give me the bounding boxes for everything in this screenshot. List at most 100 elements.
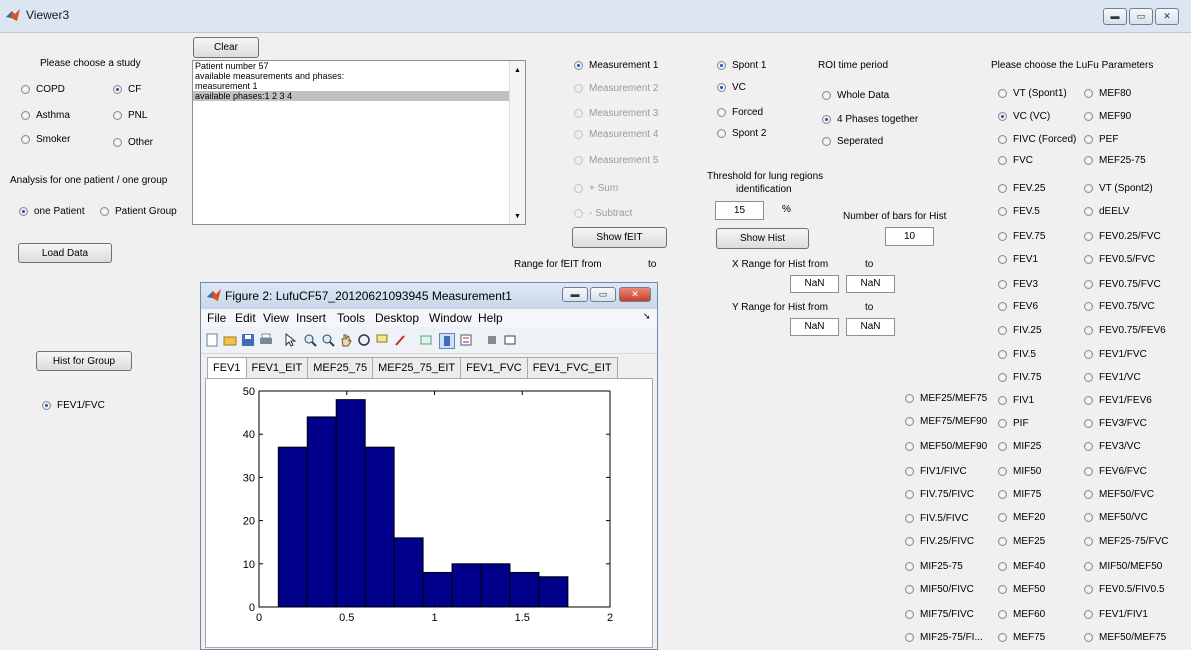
menu-insert[interactable]: Insert <box>296 311 326 325</box>
lufu-radio-mef50-mef75[interactable]: MEF50/MEF75 <box>1084 632 1166 643</box>
measurement-2-radio[interactable]: Measurement 2 <box>574 83 658 94</box>
patient-info-listbox[interactable]: Patient number 57 available measurements… <box>192 60 526 225</box>
lufu-radio-fev-25[interactable]: FEV.25 <box>998 183 1045 194</box>
tab-fev1-eit[interactable]: FEV1_EIT <box>245 357 309 379</box>
lufu-radio-fev1-fiv1[interactable]: FEV1/FIV1 <box>1084 609 1148 620</box>
pointer-icon[interactable] <box>283 333 297 347</box>
lufu-radio-fev3-fvc[interactable]: FEV3/FVC <box>1084 418 1147 429</box>
tab-fev1-fvc-eit[interactable]: FEV1_FVC_EIT <box>526 357 618 379</box>
menu-view[interactable]: View <box>263 311 289 325</box>
lufu-radio-fiv25-fivc[interactable]: FIV.25/FIVC <box>905 536 974 547</box>
lufu-radio-mif50-mef50[interactable]: MIF50/MEF50 <box>1084 561 1162 572</box>
threshold-input[interactable]: 15 <box>715 201 764 220</box>
tab-mef25-75[interactable]: MEF25_75 <box>307 357 374 379</box>
close-button[interactable]: ✕ <box>1155 8 1179 25</box>
rotate-3d-icon[interactable] <box>357 333 371 347</box>
lufu-radio-mef50-mef90[interactable]: MEF50/MEF90 <box>905 441 987 452</box>
lufu-radio-mef60[interactable]: MEF60 <box>998 609 1045 620</box>
study-radio-copd[interactable]: COPD <box>21 84 65 95</box>
zoom-out-icon[interactable] <box>321 333 335 347</box>
list-item[interactable]: available measurements and phases: <box>193 71 525 81</box>
hide-plot-tools-icon[interactable] <box>485 333 499 347</box>
lufu-radio-vt-spont2[interactable]: VT (Spont2) <box>1084 183 1153 194</box>
menu-file[interactable]: File <box>207 311 226 325</box>
lufu-radio-fivc-forced[interactable]: FIVC (Forced) <box>998 134 1076 145</box>
load-data-button[interactable]: Load Data <box>18 243 112 263</box>
data-cursor-icon[interactable] <box>375 333 389 347</box>
measurement-4-radio[interactable]: Measurement 4 <box>574 129 658 140</box>
study-radio-pnl[interactable]: PNL <box>113 110 147 121</box>
lufu-radio-fev1-fvc[interactable]: FEV1/FVC <box>1084 349 1147 360</box>
lufu-radio-fev0-75-fvc[interactable]: FEV0.75/FVC <box>1084 279 1161 290</box>
lufu-radio-fvc[interactable]: FVC <box>998 155 1033 166</box>
lufu-radio-fev1-vc[interactable]: FEV1/VC <box>1084 372 1141 383</box>
subtract-radio[interactable]: - Subtract <box>574 208 632 219</box>
bars-input[interactable]: 10 <box>885 227 934 246</box>
figure-close-button[interactable]: ✕ <box>619 287 651 302</box>
menu-tools[interactable]: Tools <box>337 311 365 325</box>
lufu-radio-mef80[interactable]: MEF80 <box>1084 88 1131 99</box>
roi-4-phases-radio[interactable]: 4 Phases together <box>822 114 918 125</box>
list-item-selected[interactable]: available phases:1 2 3 4 <box>193 91 509 101</box>
lufu-radio-mef90[interactable]: MEF90 <box>1084 111 1131 122</box>
study-radio-asthma[interactable]: Asthma <box>21 110 70 121</box>
lufu-radio-fiv-75[interactable]: FIV.75 <box>998 372 1042 383</box>
print-icon[interactable] <box>259 333 273 347</box>
pan-hand-icon[interactable] <box>339 333 353 347</box>
measurement-5-radio[interactable]: Measurement 5 <box>574 155 658 166</box>
tab-fev1[interactable]: FEV1 <box>207 357 247 379</box>
list-item[interactable]: measurement 1 <box>193 81 525 91</box>
lufu-radio-pif[interactable]: PIF <box>998 418 1029 429</box>
lufu-radio-fev-75[interactable]: FEV.75 <box>998 231 1045 242</box>
lufu-radio-mef25[interactable]: MEF25 <box>998 536 1045 547</box>
lufu-radio-mef25-75[interactable]: MEF25-75 <box>1084 155 1146 166</box>
lufu-radio-mef40[interactable]: MEF40 <box>998 561 1045 572</box>
lufu-radio-fev0-5-fiv0-5[interactable]: FEV0.5/FIV0.5 <box>1084 584 1165 595</box>
patient-group-radio[interactable]: Patient Group <box>100 206 177 217</box>
lufu-radio-mif50-fivc[interactable]: MIF50/FIVC <box>905 584 974 595</box>
menu-window[interactable]: Window <box>429 311 472 325</box>
menu-edit[interactable]: Edit <box>235 311 256 325</box>
list-item[interactable]: Patient number 57 <box>193 61 525 71</box>
lufu-radio-mef50-vc[interactable]: MEF50/VC <box>1084 512 1148 523</box>
forced-radio[interactable]: Forced <box>717 107 763 118</box>
lufu-radio-fiv5-fivc[interactable]: FIV.5/FIVC <box>905 513 969 524</box>
lufu-radio-fev6[interactable]: FEV6 <box>998 301 1038 312</box>
menu-desktop[interactable]: Desktop <box>375 311 419 325</box>
one-patient-radio[interactable]: one Patient <box>19 206 85 217</box>
show-feit-button[interactable]: Show fEIT <box>572 227 667 248</box>
menubar-arrow-icon[interactable]: ➘ <box>643 311 651 322</box>
minimize-button[interactable]: ▬ <box>1103 8 1127 25</box>
lufu-radio-fev3[interactable]: FEV3 <box>998 279 1038 290</box>
lufu-radio-fev1[interactable]: FEV1 <box>998 254 1038 265</box>
study-radio-smoker[interactable]: Smoker <box>21 134 70 145</box>
clear-button[interactable]: Clear <box>193 37 259 58</box>
lufu-radio-fev0-5-fvc[interactable]: FEV0.5/FVC <box>1084 254 1155 265</box>
lufu-radio-mif75-fivc[interactable]: MIF75/FIVC <box>905 609 974 620</box>
lufu-radio-mif50[interactable]: MIF50 <box>998 466 1041 477</box>
lufu-radio-deelv[interactable]: dEELV <box>1084 206 1129 217</box>
lufu-radio-pef[interactable]: PEF <box>1084 134 1118 145</box>
lufu-radio-mif25-75-fi[interactable]: MIF25-75/FI... <box>905 632 983 643</box>
lufu-radio-fev0-25-fvc[interactable]: FEV0.25/FVC <box>1084 231 1161 242</box>
lufu-radio-mif25[interactable]: MIF25 <box>998 441 1041 452</box>
lufu-radio-fev1-fev6[interactable]: FEV1/FEV6 <box>1084 395 1152 406</box>
group-param-radio[interactable]: FEV1/FVC <box>42 400 105 411</box>
lufu-radio-vc-vc[interactable]: VC (VC) <box>998 111 1050 122</box>
yrange-to-input[interactable]: NaN <box>846 318 895 336</box>
listbox-scrollbar[interactable]: ▲ ▼ <box>509 61 525 224</box>
lufu-radio-mef25-75-fvc[interactable]: MEF25-75/FVC <box>1084 536 1168 547</box>
maximize-button[interactable]: ▭ <box>1129 8 1153 25</box>
study-radio-other[interactable]: Other <box>113 137 153 148</box>
colorbar-icon[interactable] <box>439 333 455 349</box>
lufu-radio-fiv-5[interactable]: FIV.5 <box>998 349 1036 360</box>
lufu-radio-fev-5[interactable]: FEV.5 <box>998 206 1040 217</box>
legend-icon[interactable] <box>459 333 473 347</box>
xrange-from-input[interactable]: NaN <box>790 275 839 293</box>
roi-whole-data-radio[interactable]: Whole Data <box>822 90 889 101</box>
roi-seperated-radio[interactable]: Seperated <box>822 136 883 147</box>
vc-radio[interactable]: VC <box>717 82 746 93</box>
lufu-radio-fiv1[interactable]: FIV1 <box>998 395 1034 406</box>
measurement-3-radio[interactable]: Measurement 3 <box>574 108 658 119</box>
new-figure-icon[interactable] <box>205 333 219 347</box>
